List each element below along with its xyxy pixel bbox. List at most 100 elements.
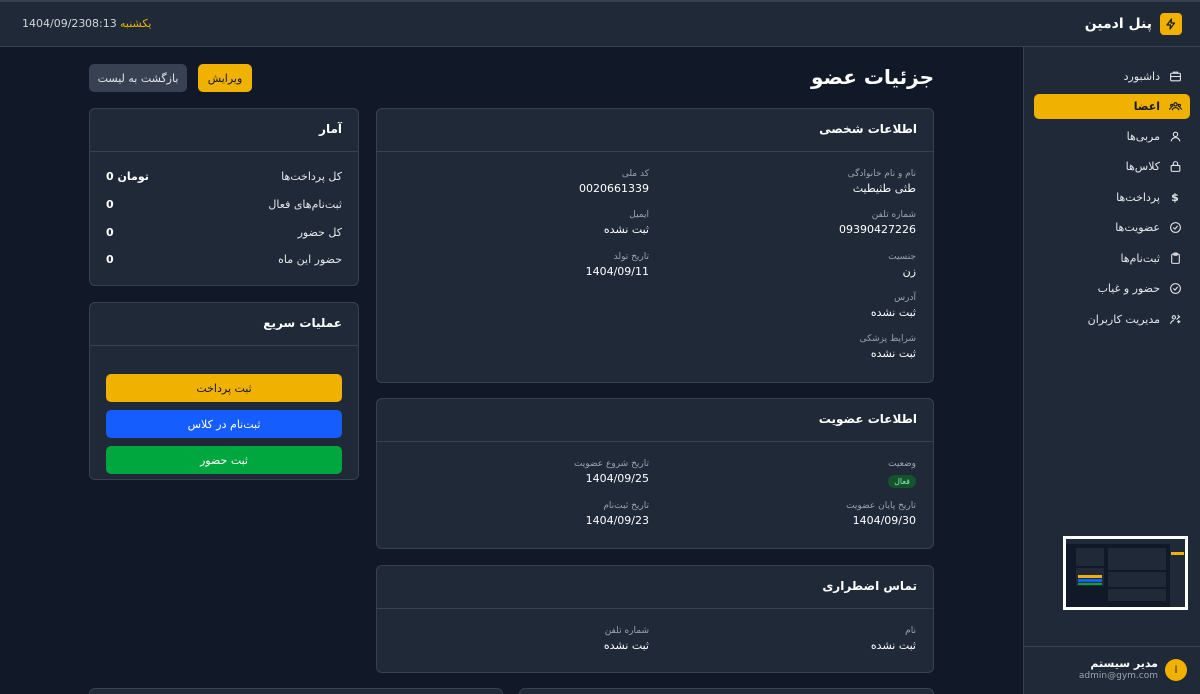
page-title: جزئیات عضو <box>810 65 934 89</box>
stat-value: 0 <box>106 253 114 266</box>
user-name: مدیر سیستم <box>1090 657 1158 670</box>
bolt-icon <box>1160 13 1182 35</box>
field-status: وضعیت فعال <box>888 459 916 488</box>
field-label: تاریخ ثبت‌نام <box>603 501 649 511</box>
card-header: اطلاعات شخصی <box>377 109 933 152</box>
user-icon <box>1168 130 1182 144</box>
field-value: 1404/09/30 <box>852 514 916 527</box>
sidebar-item-label: مدیریت کاربران <box>1087 313 1160 326</box>
edit-button[interactable]: ویرایش <box>198 64 252 92</box>
minimap[interactable] <box>1063 536 1188 610</box>
avatar: ا <box>1165 659 1187 681</box>
sidebar-item-dashboard[interactable]: داشبورد <box>1034 64 1190 89</box>
sidebar-item-label: اعضا <box>1133 100 1160 113</box>
field-value: ثبت نشده <box>603 223 649 236</box>
back-to-list-button[interactable]: بازگشت به لیست <box>89 64 187 92</box>
sidebar-item-label: پرداخت‌ها <box>1116 191 1160 204</box>
field-value: ثبت نشده <box>870 347 916 360</box>
stat-value: 0 تومان <box>106 170 149 183</box>
top-bar: 1404/09/23 08:13 یکشنبه پنل ادمین <box>0 0 1200 47</box>
field-medical: شرایط پزشکی ثبت نشده <box>860 334 916 360</box>
sidebar-item-enrollments[interactable]: ثبت‌نام‌ها <box>1034 246 1190 271</box>
field-emergency-name: نام ثبت نشده <box>871 626 916 652</box>
stat-value: 0 <box>106 226 114 239</box>
field-value: 09390427226 <box>839 223 916 236</box>
field-address: آدرس ثبت نشده <box>871 293 916 319</box>
stat-row: کل پرداخت‌ها 0 تومان <box>106 170 342 186</box>
field-registered-date: تاریخ ثبت‌نام 1404/09/23 <box>586 501 649 527</box>
field-label: نام و نام خانوادگی <box>847 169 916 179</box>
bottom-card-right <box>519 688 934 694</box>
header-time: 08:13 <box>85 17 117 30</box>
sidebar-item-attendance[interactable]: حضور و غیاب <box>1034 276 1190 301</box>
stat-row: کل حضور 0 <box>106 226 342 242</box>
sidebar: داشبورد اعضا مربی‌ها کلاس‌ها پرداخت‌ها $… <box>1023 47 1200 694</box>
field-email: ایمیل ثبت نشده <box>604 210 649 236</box>
field-emergency-phone: شماره تلفن ثبت نشده <box>604 626 649 652</box>
check-circle-icon <box>1168 282 1182 296</box>
stat-label: کل پرداخت‌ها <box>281 170 342 183</box>
header-date: 1404/09/23 <box>22 17 86 30</box>
record-payment-button[interactable]: ثبت پرداخت <box>106 374 342 402</box>
enroll-class-button[interactable]: ثبت‌نام در کلاس <box>106 410 342 438</box>
field-label: آدرس <box>894 293 916 303</box>
field-birth-date: تاریخ تولد 1404/09/11 <box>586 252 649 278</box>
card-header: تماس اضطراری <box>377 566 933 609</box>
status-badge: فعال <box>888 475 916 488</box>
field-label: وضعیت <box>888 459 916 469</box>
field-national-id: کد ملی 0020661339 <box>579 169 649 195</box>
card-title: عملیات سریع <box>263 316 342 330</box>
stat-label: ثبت‌نام‌های فعال <box>268 198 342 211</box>
field-value: ثبت نشده <box>603 639 649 652</box>
field-value: ثبت نشده <box>870 306 916 319</box>
header-day: یکشنبه <box>120 17 152 30</box>
field-label: نام <box>905 626 916 636</box>
check-circle-icon <box>1168 221 1182 235</box>
sidebar-item-memberships[interactable]: عضویت‌ها <box>1034 215 1190 240</box>
stat-label: کل حضور <box>297 226 342 239</box>
record-attendance-button[interactable]: ثبت حضور <box>106 446 342 474</box>
card-title: اطلاعات شخصی <box>819 122 917 136</box>
card-header: اطلاعات عضویت <box>377 399 933 442</box>
field-full-name: نام و نام خانوادگی طثی طثیطیث <box>848 169 916 195</box>
emergency-contact-card: تماس اضطراری نام ثبت نشده شماره تلفن ثبت… <box>376 565 934 673</box>
brand-title: پنل ادمین <box>1084 16 1152 32</box>
field-value: طثی طثیطیث <box>852 182 916 195</box>
field-label: شماره تلفن <box>871 210 916 220</box>
card-title: آمار <box>319 122 342 136</box>
sidebar-item-label: ثبت‌نام‌ها <box>1120 252 1160 265</box>
field-label: ایمیل <box>629 210 649 220</box>
field-value: 1404/09/23 <box>585 514 649 527</box>
field-label: شرایط پزشکی <box>859 334 916 344</box>
field-label: تاریخ تولد <box>613 252 649 262</box>
user-gear-icon <box>1168 313 1182 327</box>
personal-info-card: اطلاعات شخصی نام و نام خانوادگی طثی طثیط… <box>376 108 934 383</box>
card-header: آمار <box>90 109 358 152</box>
sidebar-item-label: مربی‌ها <box>1126 130 1160 143</box>
sidebar-item-payments[interactable]: پرداخت‌ها $ <box>1034 185 1190 210</box>
sidebar-item-label: داشبورد <box>1123 70 1160 83</box>
sidebar-item-label: کلاس‌ها <box>1125 160 1160 173</box>
dollar-icon: $ <box>1171 191 1179 204</box>
sidebar-item-members[interactable]: اعضا <box>1034 94 1190 119</box>
brand[interactable]: پنل ادمین <box>1085 13 1182 35</box>
sidebar-item-label: عضویت‌ها <box>1115 221 1160 234</box>
stat-label: حضور این ماه <box>278 253 342 266</box>
card-title: تماس اضطراری <box>822 579 917 593</box>
field-label: تاریخ پایان عضویت <box>846 501 916 511</box>
lock-icon <box>1168 160 1182 174</box>
field-label: تاریخ شروع عضویت <box>573 459 649 469</box>
stats-card: آمار کل پرداخت‌ها 0 تومان ثبت‌نام‌های فع… <box>89 108 359 286</box>
stat-value: 0 <box>106 198 114 211</box>
bottom-card-left <box>89 688 503 694</box>
field-value: 0020661339 <box>579 182 649 195</box>
sidebar-item-user-management[interactable]: مدیریت کاربران <box>1034 307 1190 332</box>
field-value: 1404/09/25 <box>585 472 649 485</box>
sidebar-item-classes[interactable]: کلاس‌ها <box>1034 154 1190 179</box>
sidebar-item-trainers[interactable]: مربی‌ها <box>1034 124 1190 149</box>
stat-row: حضور این ماه 0 <box>106 253 342 269</box>
field-start-date: تاریخ شروع عضویت 1404/09/25 <box>574 459 649 485</box>
membership-info-card: اطلاعات عضویت وضعیت فعال تاریخ شروع عضوی… <box>376 398 934 549</box>
users-icon <box>1168 100 1182 114</box>
user-profile[interactable]: ا مدیر سیستم admin@gym.com <box>1023 646 1200 694</box>
